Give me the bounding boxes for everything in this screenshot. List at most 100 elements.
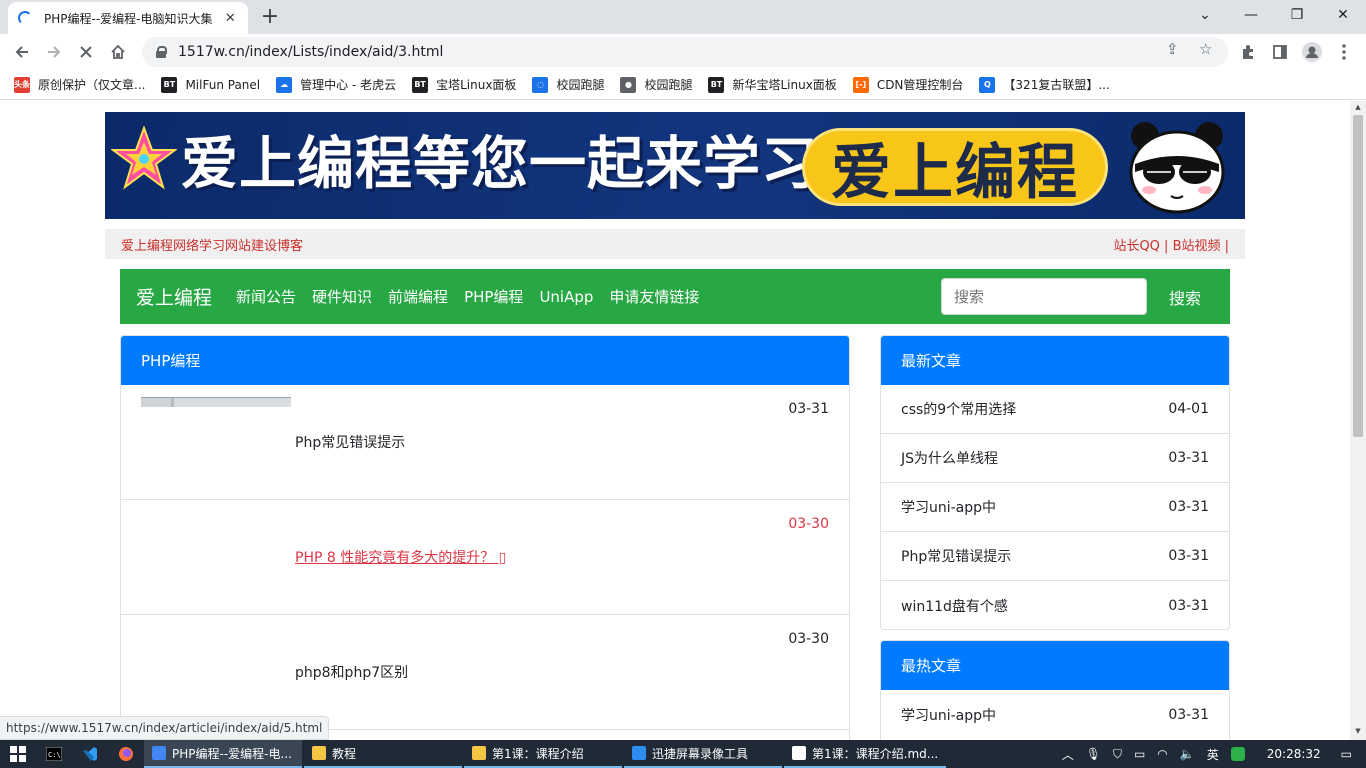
- bookmark-item[interactable]: BT 新华宝塔Linux面板: [708, 76, 837, 93]
- tab-strip: PHP编程--爱编程-电脑知识大集 ✕ + ⌄ — ❐ ✕: [0, 0, 1366, 34]
- bookmark-item[interactable]: [-] CDN管理控制台: [852, 76, 963, 93]
- new-tab-button[interactable]: +: [258, 4, 282, 30]
- taskbar-app-icon: [152, 746, 166, 760]
- bt-icon: BT: [161, 76, 178, 93]
- bookmarks-bar: 头条 原创保护（仅文章... BT MilFun Panel ☁ 管理中心 - 老虎云 BT…: [0, 70, 1366, 100]
- article-item[interactable]: 03-30 PHP 8 性能究竟有多大的提升？ ▯: [121, 500, 849, 615]
- url-text[interactable]: 1517w.cn/index/Lists/index/aid/3.html: [178, 44, 443, 60]
- bookmark-label: 【321复古联盟】...: [1003, 78, 1110, 92]
- taskbar-app-label: 迅捷屏幕录像工具: [652, 746, 749, 761]
- close-window-button[interactable]: ✕: [1320, 0, 1366, 30]
- system-tray: ︿ 🎙 ⛉ ▭ ◠ 🔈 英 20:28:32 ▭: [1056, 740, 1366, 768]
- hot-article-item[interactable]: 学习uni-app中 03-31: [881, 690, 1229, 739]
- taskbar-app-item[interactable]: PHP编程--爱编程-电...: [144, 740, 302, 768]
- taskbar-app-item[interactable]: 迅捷屏幕录像工具: [624, 740, 782, 768]
- restore-button[interactable]: ❐: [1274, 0, 1320, 30]
- bookmark-item[interactable]: BT 宝塔Linux面板: [412, 76, 516, 93]
- bookmark-label: 校园跑腿: [556, 78, 605, 92]
- scroll-down-icon[interactable]: ▼: [1353, 727, 1363, 735]
- share-icon[interactable]: ⇪: [1166, 40, 1179, 58]
- battery-icon[interactable]: ▭: [1134, 747, 1145, 761]
- vscode-icon[interactable]: [72, 740, 108, 768]
- lock-icon[interactable]: [156, 46, 167, 58]
- profile-avatar-icon[interactable]: [1298, 38, 1326, 66]
- site-tagline-link[interactable]: 爱上编程网络学习网站建设博客: [121, 235, 303, 254]
- page-scrollbar[interactable]: ▲ ▼: [1350, 101, 1366, 740]
- latest-article-title[interactable]: Php常见错误提示: [901, 546, 1011, 566]
- tray-chevron-icon[interactable]: ︿: [1062, 746, 1074, 763]
- bt-icon: BT: [708, 76, 725, 93]
- banner-pill-text: 爱上编程: [831, 137, 1079, 208]
- bookmark-item[interactable]: ● 校园跑腿: [620, 76, 692, 93]
- latest-article-title[interactable]: win11d盘有个感: [901, 596, 1008, 616]
- taskbar-app-item[interactable]: 第1课：课程介绍: [464, 740, 622, 768]
- article-title[interactable]: Php常见错误提示: [295, 432, 405, 452]
- forward-arrow-icon[interactable]: [40, 38, 68, 66]
- latest-article-title[interactable]: 学习uni-app中: [901, 497, 996, 517]
- volume-icon[interactable]: 🔈: [1180, 747, 1195, 761]
- windows-start-icon[interactable]: [0, 740, 36, 768]
- bookmark-item[interactable]: BT MilFun Panel: [161, 76, 260, 93]
- tab-close-icon[interactable]: ✕: [223, 11, 238, 26]
- banner-slogan: 爱上编程等您一起来学习: [181, 131, 819, 197]
- contact-links[interactable]: 站长QQ | B站视频 |: [1113, 235, 1229, 254]
- terminal-icon[interactable]: C:\: [36, 740, 72, 768]
- minimize-button[interactable]: —: [1228, 0, 1274, 30]
- bookmark-item[interactable]: Q 【321复古联盟】...: [979, 76, 1110, 93]
- aliyun-icon: [-]: [852, 76, 869, 93]
- bookmark-item[interactable]: ◌ 校园跑腿: [532, 76, 604, 93]
- nav-news[interactable]: 新闻公告: [236, 286, 296, 307]
- latest-article-item[interactable]: win11d盘有个感 03-31: [881, 581, 1229, 629]
- latest-article-item[interactable]: Php常见错误提示 03-31: [881, 532, 1229, 581]
- firefox-icon[interactable]: [108, 740, 144, 768]
- navbar-brand[interactable]: 爱上编程: [136, 283, 212, 310]
- nav-uniapp[interactable]: UniApp: [539, 288, 593, 306]
- latest-article-title[interactable]: JS为什么单线程: [901, 448, 998, 468]
- article-item[interactable]: 03-31 Php常见错误提示: [121, 385, 849, 500]
- latest-article-item[interactable]: JS为什么单线程 03-31: [881, 434, 1229, 483]
- article-title[interactable]: PHP 8 性能究竟有多大的提升？ ▯: [295, 547, 506, 567]
- scrollbar-thumb[interactable]: [1353, 115, 1363, 437]
- sogou-icon[interactable]: [1230, 747, 1245, 761]
- wifi-icon[interactable]: ◠: [1157, 747, 1167, 761]
- search-button[interactable]: 搜索: [1156, 278, 1214, 315]
- latest-article-date: 04-01: [1168, 401, 1209, 417]
- side-panel-icon[interactable]: [1266, 38, 1294, 66]
- taskbar-app-item[interactable]: 教程: [304, 740, 462, 768]
- nav-hardware[interactable]: 硬件知识: [312, 286, 372, 307]
- article-title[interactable]: php8和php7区别: [295, 662, 408, 682]
- latest-article-item[interactable]: css的9个常用选择 04-01: [881, 385, 1229, 434]
- scroll-up-icon[interactable]: ▲: [1353, 103, 1363, 111]
- taskbar-app-item[interactable]: 第1课：课程介绍.md...: [784, 740, 947, 768]
- back-arrow-icon[interactable]: [8, 38, 36, 66]
- notification-icon[interactable]: ▭: [1341, 747, 1352, 761]
- home-icon[interactable]: [104, 38, 132, 66]
- clock[interactable]: 20:28:32: [1267, 747, 1321, 761]
- bookmark-star-icon[interactable]: ☆: [1199, 40, 1212, 58]
- nav-frontend[interactable]: 前端编程: [388, 286, 448, 307]
- taskbar-app-label: PHP编程--爱编程-电...: [172, 746, 292, 761]
- article-date: 03-30: [788, 631, 829, 647]
- latest-article-title[interactable]: css的9个常用选择: [901, 399, 1016, 419]
- search-input[interactable]: [941, 278, 1147, 315]
- shield-icon[interactable]: ⛉: [1113, 747, 1122, 762]
- latest-article-date: 03-31: [1168, 548, 1209, 564]
- nav-friend-links[interactable]: 申请友情链接: [609, 286, 699, 307]
- article-thumbnail[interactable]: [141, 397, 291, 407]
- latest-articles-card: 最新文章 css的9个常用选择 04-01 JS为什么单线程 03-31 学习u…: [880, 335, 1230, 630]
- article-item[interactable]: 03-30 php8和php7区别: [121, 615, 849, 730]
- latest-article-item[interactable]: 学习uni-app中 03-31: [881, 483, 1229, 532]
- tab-search-icon[interactable]: ⌄: [1182, 0, 1228, 30]
- panda-mascot-icon: sun: [1129, 122, 1225, 214]
- more-menu-icon[interactable]: [1330, 38, 1358, 66]
- extensions-puzzle-icon[interactable]: [1234, 38, 1262, 66]
- nav-php[interactable]: PHP编程: [464, 286, 523, 307]
- stop-loading-icon[interactable]: [72, 38, 100, 66]
- browser-tab[interactable]: PHP编程--爱编程-电脑知识大集 ✕: [8, 2, 248, 34]
- microphone-icon[interactable]: 🎙: [1086, 747, 1101, 761]
- address-bar[interactable]: 1517w.cn/index/Lists/index/aid/3.html: [142, 37, 1228, 67]
- bookmark-item[interactable]: 头条 原创保护（仅文章...: [14, 76, 145, 93]
- hot-article-title[interactable]: 学习uni-app中: [901, 705, 996, 725]
- ime-indicator[interactable]: 英: [1207, 746, 1219, 763]
- bookmark-item[interactable]: ☁ 管理中心 - 老虎云: [276, 76, 396, 93]
